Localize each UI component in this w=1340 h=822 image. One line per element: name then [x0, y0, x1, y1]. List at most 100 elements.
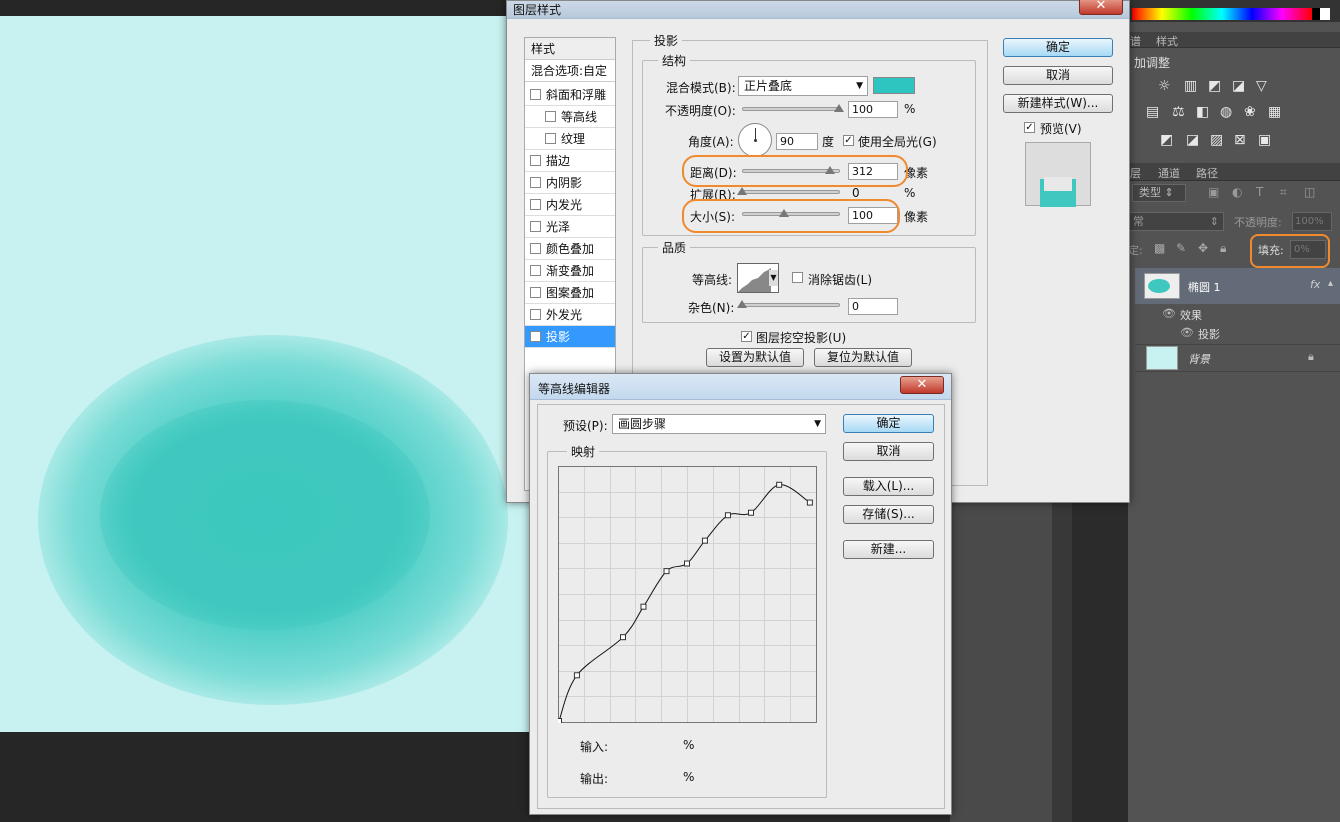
contour-cancel-button[interactable]: 取消	[843, 442, 934, 461]
sidebar-item[interactable]: 光泽	[525, 216, 615, 238]
contour-graph[interactable]	[558, 466, 817, 723]
sidebar-item[interactable]: 内发光	[525, 194, 615, 216]
close-icon[interactable]: ✕	[900, 376, 944, 394]
opacity-input[interactable]: 100	[848, 101, 898, 118]
noise-input[interactable]: 0	[848, 298, 898, 315]
new-button[interactable]: 新建...	[843, 540, 934, 559]
ok-button[interactable]: 确定	[1003, 38, 1113, 57]
curve-point[interactable]	[806, 499, 813, 506]
knockout-checkbox[interactable]: ✓	[741, 331, 752, 342]
opacity-slider-track[interactable]	[742, 107, 840, 111]
layer-opacity-input[interactable]: 100%	[1292, 212, 1332, 231]
curve-point[interactable]	[663, 568, 670, 575]
layer-filter-select[interactable]: 类型 ⇕	[1132, 184, 1186, 202]
sidebar-item[interactable]: 内阴影	[525, 172, 615, 194]
save-button[interactable]: 存储(S)...	[843, 505, 934, 524]
sidebar-item-checkbox[interactable]	[530, 221, 541, 232]
blend-mode-select[interactable]: 常 ⇕	[1128, 212, 1224, 231]
vibrance-icon[interactable]: ▽	[1256, 78, 1267, 94]
sidebar-item-checkbox[interactable]	[530, 155, 541, 166]
lock-paint-icon[interactable]: ✎	[1176, 241, 1186, 255]
tab-channels[interactable]: 通道	[1158, 165, 1180, 181]
hue-icon[interactable]: ▤	[1146, 104, 1159, 120]
sidebar-item-checkbox[interactable]	[530, 199, 541, 210]
chevron-down-icon[interactable]: ▼	[769, 270, 778, 286]
angle-dial[interactable]	[738, 123, 772, 157]
expand-arrow-icon[interactable]: ▴	[1328, 278, 1333, 289]
eye-icon[interactable]: 👁︎	[1180, 326, 1194, 339]
curves-icon[interactable]: ◩	[1208, 78, 1221, 94]
selective-color-icon[interactable]: ⊠	[1234, 132, 1246, 148]
bw-icon[interactable]: ◧	[1196, 104, 1209, 120]
sidebar-item[interactable]: ✓ 投影	[525, 326, 615, 348]
spread-slider-track[interactable]	[742, 190, 840, 194]
curve-point[interactable]	[776, 481, 783, 488]
exposure-icon[interactable]: ◪	[1232, 78, 1245, 94]
noise-slider-thumb[interactable]	[737, 300, 747, 308]
fx-icon[interactable]: fx	[1310, 278, 1320, 291]
spectrum-white[interactable]	[1320, 8, 1330, 20]
tab-paths[interactable]: 路径	[1196, 165, 1218, 181]
contour-ok-button[interactable]: 确定	[843, 414, 934, 433]
sidebar-item[interactable]: 等高线	[525, 106, 615, 128]
noise-slider-track[interactable]	[742, 303, 840, 307]
cancel-button[interactable]: 取消	[1003, 66, 1113, 85]
shadow-color-swatch[interactable]	[873, 77, 915, 94]
blend-mode-dropdown[interactable]: 正片叠底 ▼	[738, 76, 868, 96]
curve-point[interactable]	[573, 672, 580, 679]
color-lookup-icon[interactable]: ▦	[1268, 104, 1281, 120]
set-default-button[interactable]: 设置为默认值	[706, 348, 804, 367]
sidebar-item-checkbox[interactable]	[530, 89, 541, 100]
sidebar-item-checkbox[interactable]: ✓	[530, 331, 541, 342]
sidebar-item-checkbox[interactable]	[530, 287, 541, 298]
new-style-button[interactable]: 新建样式(W)...	[1003, 94, 1113, 113]
sidebar-item[interactable]: 图案叠加	[525, 282, 615, 304]
filter-pixel-icon[interactable]: ▣	[1208, 185, 1219, 199]
balance-icon[interactable]: ⚖	[1172, 104, 1185, 120]
preview-checkbox[interactable]: ✓	[1024, 122, 1035, 133]
sidebar-item[interactable]: 渐变叠加	[525, 260, 615, 282]
sidebar-item-checkbox[interactable]	[545, 133, 556, 144]
posterize-icon[interactable]: ◪	[1186, 132, 1199, 148]
angle-input[interactable]: 90	[776, 133, 818, 150]
preset-dropdown[interactable]: 画圆步骤 ▼	[612, 414, 826, 434]
global-light-checkbox[interactable]: ✓	[843, 135, 854, 146]
filter-shape-icon[interactable]: ⌗	[1280, 185, 1287, 200]
tab-swatches[interactable]: 谱	[1130, 33, 1141, 49]
eye-icon[interactable]: 👁︎	[1162, 307, 1176, 320]
curve-point[interactable]	[701, 537, 708, 544]
sidebar-item[interactable]: 颜色叠加	[525, 238, 615, 260]
reset-default-button[interactable]: 复位为默认值	[814, 348, 912, 367]
filter-adjust-icon[interactable]: ◐	[1232, 185, 1242, 199]
sidebar-item[interactable]: 斜面和浮雕	[525, 84, 615, 106]
sidebar-item-checkbox[interactable]	[530, 309, 541, 320]
tab-layers[interactable]: 层	[1130, 165, 1141, 181]
sidebar-item-checkbox[interactable]	[530, 265, 541, 276]
lock-all-icon[interactable]: 🔒︎	[1220, 241, 1226, 256]
lock-move-icon[interactable]: ✥	[1198, 241, 1208, 255]
levels-icon[interactable]: ▥	[1184, 78, 1197, 94]
sidebar-item[interactable]: 外发光	[525, 304, 615, 326]
sidebar-item-checkbox[interactable]	[530, 177, 541, 188]
curve-point[interactable]	[748, 509, 754, 516]
sidebar-item[interactable]: 纹理	[525, 128, 615, 150]
spectrum-black[interactable]	[1312, 8, 1320, 20]
spread-slider-thumb[interactable]	[737, 187, 747, 195]
opacity-slider-thumb[interactable]	[834, 104, 844, 112]
curve-point[interactable]	[640, 603, 647, 610]
filter-smart-icon[interactable]: ◫	[1304, 185, 1315, 199]
sidebar-item-checkbox[interactable]	[545, 111, 556, 122]
threshold-icon[interactable]: ▨	[1210, 132, 1223, 148]
filter-type-icon[interactable]: T	[1256, 185, 1263, 199]
contour-thumbnail[interactable]: ▼	[737, 263, 779, 293]
brightness-icon[interactable]: ☼	[1158, 78, 1171, 94]
sidebar-item[interactable]: 描边	[525, 150, 615, 172]
lock-pixels-icon[interactable]: ▩	[1154, 241, 1165, 255]
antialias-checkbox[interactable]	[792, 272, 803, 283]
curve-point[interactable]	[724, 512, 731, 519]
color-spectrum[interactable]	[1132, 8, 1312, 20]
channel-mixer-icon[interactable]: ❀	[1244, 104, 1256, 120]
curve-point[interactable]	[558, 718, 562, 724]
load-button[interactable]: 载入(L)...	[843, 477, 934, 496]
curve-point[interactable]	[684, 560, 690, 567]
